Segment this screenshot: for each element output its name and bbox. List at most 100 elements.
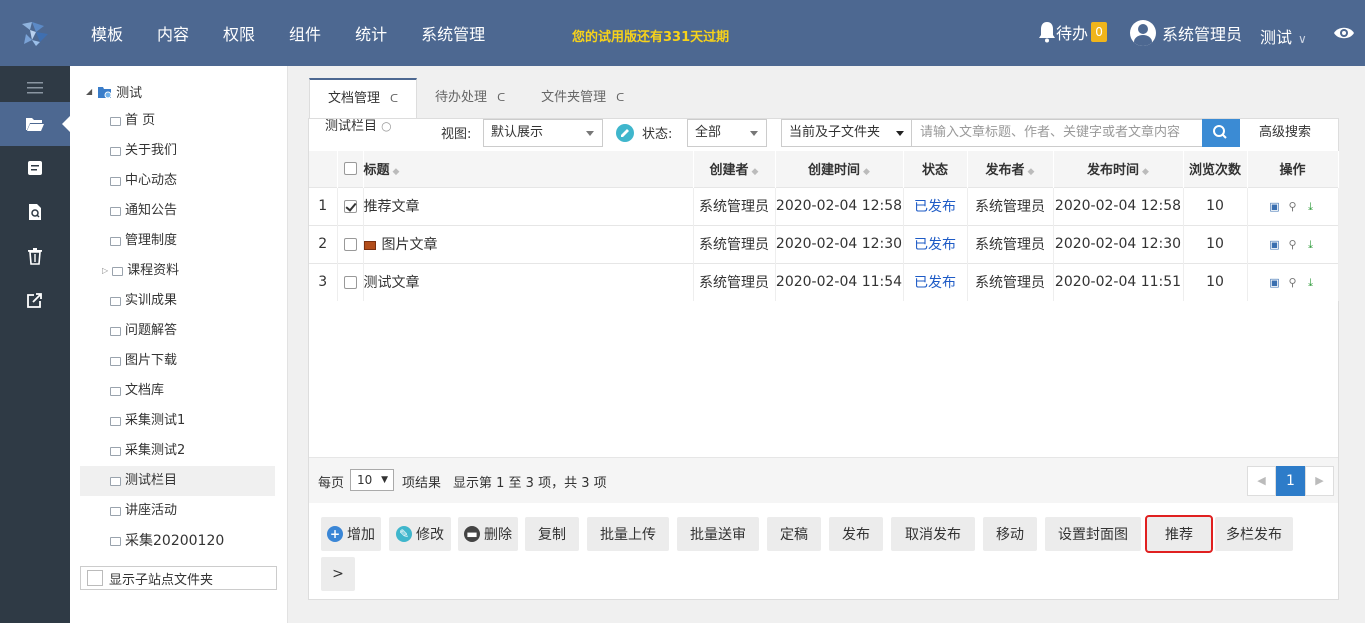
tree-node[interactable]: 实训成果 (110, 290, 177, 312)
delete-button[interactable]: ▬ 删除 (458, 517, 518, 551)
next-page-button[interactable]: ▶ (1305, 466, 1334, 496)
eye-icon[interactable] (1333, 25, 1355, 41)
refresh-icon[interactable]: ᑕ (390, 76, 398, 122)
recommend-button[interactable]: 推荐 (1145, 515, 1213, 553)
tree-root[interactable]: ◢ 测试 (86, 82, 142, 101)
row-checkbox-cell[interactable] (337, 224, 364, 263)
header-views: 浏览次数 (1183, 151, 1248, 187)
magnifier-icon[interactable]: ⚲ (1286, 238, 1300, 251)
trash-icon[interactable] (0, 234, 70, 278)
unpublish-button[interactable]: 取消发布 (891, 517, 975, 551)
header-select-all[interactable] (337, 151, 364, 187)
tab-folder-management[interactable]: 文件夹管理 ᑕ (523, 78, 642, 118)
tree-node[interactable]: 采集20200120 (110, 530, 224, 552)
add-button[interactable]: + 增加 (321, 517, 381, 551)
page-number-button[interactable]: 1 (1276, 466, 1305, 496)
tree-node[interactable]: 采集测试2 (110, 440, 185, 462)
download-icon[interactable]: ⤓ (1304, 200, 1318, 214)
sort-icon[interactable]: ◆ (393, 167, 400, 177)
tab-todo[interactable]: 待办处理 ᑕ (417, 78, 523, 118)
header-created-time[interactable]: 创建时间 ◆ (775, 151, 904, 187)
refresh-icon[interactable]: ᑕ (497, 75, 505, 121)
triangle-down-icon[interactable]: ◢ (86, 87, 92, 96)
tree-node[interactable]: 中心动态 (110, 170, 177, 192)
header-published-time[interactable]: 发布时间 ◆ (1053, 151, 1184, 187)
tree-node-collapsed[interactable]: ▷ 课程资料 (102, 260, 179, 282)
preview-icon[interactable]: ▣ (1268, 200, 1282, 213)
tree-node[interactable]: 管理制度 (110, 230, 177, 252)
tree-node[interactable]: 采集测试1 (110, 410, 185, 432)
logo-icon[interactable] (18, 18, 52, 48)
copy-button[interactable]: 复制 (525, 517, 579, 551)
advanced-search-link[interactable]: 高级搜索 (1259, 121, 1311, 140)
sort-icon[interactable]: ◆ (1028, 167, 1035, 177)
export-icon[interactable] (0, 278, 70, 322)
finalize-button[interactable]: 定稿 (767, 517, 821, 551)
tree-node[interactable]: 问题解答 (110, 320, 177, 342)
publish-button[interactable]: 发布 (829, 517, 883, 551)
tree-node[interactable]: 首 页 (110, 110, 155, 132)
select-all-checkbox[interactable] (343, 162, 357, 176)
checkbox[interactable] (87, 570, 103, 586)
sort-icon[interactable]: ◆ (752, 167, 759, 177)
tree-node[interactable]: 讲座活动 (110, 500, 177, 522)
table-row[interactable]: 3 测试文章 系统管理员 2020-02-04 11:54 已发布 系统管理员 … (309, 262, 1339, 301)
page-size-select[interactable]: 10 ▼ (350, 469, 394, 491)
tab-document-management[interactable]: 文档管理 ᑕ (309, 78, 418, 118)
scope-select[interactable]: 当前及子文件夹 (781, 119, 913, 147)
magnifier-icon[interactable]: ⚲ (1286, 276, 1300, 289)
table-row[interactable]: 2 图片文章 系统管理员 2020-02-04 12:30 已发布 系统管理员 … (309, 224, 1339, 263)
sort-icon[interactable]: ◆ (1142, 167, 1149, 177)
nav-system[interactable]: 系统管理 (404, 21, 502, 45)
preview-icon[interactable]: ▣ (1268, 238, 1282, 251)
todo-button[interactable]: 待办 0 (1038, 20, 1108, 44)
tree-node-selected[interactable]: 测试栏目 (110, 470, 177, 492)
table-row[interactable]: 1 推荐文章 系统管理员 2020-02-04 12:58 已发布 系统管理员 … (309, 186, 1339, 225)
tree-node[interactable]: 文档库 (110, 380, 164, 402)
more-button[interactable]: > (321, 557, 355, 591)
nav-content[interactable]: 内容 (140, 21, 206, 45)
tree-node[interactable]: 通知公告 (110, 200, 177, 222)
view-select[interactable]: 默认展示 (483, 119, 603, 147)
nav-component[interactable]: 组件 (272, 21, 338, 45)
status-select[interactable]: 全部 (687, 119, 767, 147)
row-checkbox-cell[interactable] (337, 186, 364, 225)
multi-column-publish-button[interactable]: 多栏发布 (1215, 517, 1293, 551)
row-checkbox[interactable] (343, 275, 357, 289)
search-button[interactable] (1202, 119, 1240, 147)
nav-statistics[interactable]: 统计 (338, 21, 404, 45)
magnifier-icon[interactable]: ⚲ (1286, 200, 1300, 213)
row-checkbox[interactable] (343, 199, 357, 213)
row-title[interactable]: 图片文章 (363, 224, 694, 263)
site-switcher[interactable]: 测试 ∨ (1260, 24, 1307, 48)
file-search-icon[interactable] (0, 190, 70, 234)
row-title[interactable]: 推荐文章 (363, 186, 694, 225)
batch-upload-button[interactable]: 批量上传 (587, 517, 669, 551)
header-title[interactable]: 标题 ◆ (363, 151, 694, 187)
row-title[interactable]: 测试文章 (363, 262, 694, 301)
row-checkbox-cell[interactable] (337, 262, 364, 301)
tree-node[interactable]: 图片下载 (110, 350, 177, 372)
document-icon[interactable] (0, 146, 70, 190)
header-creator[interactable]: 创建者 ◆ (693, 151, 776, 187)
search-input[interactable]: 请输入文章标题、作者、关键字或者文章内容 (911, 119, 1203, 147)
prev-page-button[interactable]: ◀ (1247, 466, 1276, 496)
show-subsite-checkbox[interactable]: 显示子站点文件夹 (80, 566, 277, 590)
refresh-icon[interactable]: ᑕ (616, 75, 624, 121)
nav-template[interactable]: 模板 (74, 21, 140, 45)
sort-icon[interactable]: ◆ (863, 167, 870, 177)
batch-review-button[interactable]: 批量送审 (677, 517, 759, 551)
user-menu[interactable]: 系统管理员 (1130, 20, 1242, 46)
header-publisher[interactable]: 发布者 ◆ (967, 151, 1054, 187)
nav-permission[interactable]: 权限 (206, 21, 272, 45)
tree-node[interactable]: 关于我们 (110, 140, 177, 162)
download-icon[interactable]: ⤓ (1304, 238, 1318, 252)
download-icon[interactable]: ⤓ (1304, 276, 1318, 290)
preview-icon[interactable]: ▣ (1268, 276, 1282, 289)
edit-button[interactable]: ✎ 修改 (389, 517, 451, 551)
triangle-right-icon[interactable]: ▷ (102, 260, 108, 282)
folder-open-icon[interactable] (0, 102, 70, 146)
set-cover-button[interactable]: 设置封面图 (1045, 517, 1141, 551)
move-button[interactable]: 移动 (983, 517, 1037, 551)
row-checkbox[interactable] (343, 237, 357, 251)
